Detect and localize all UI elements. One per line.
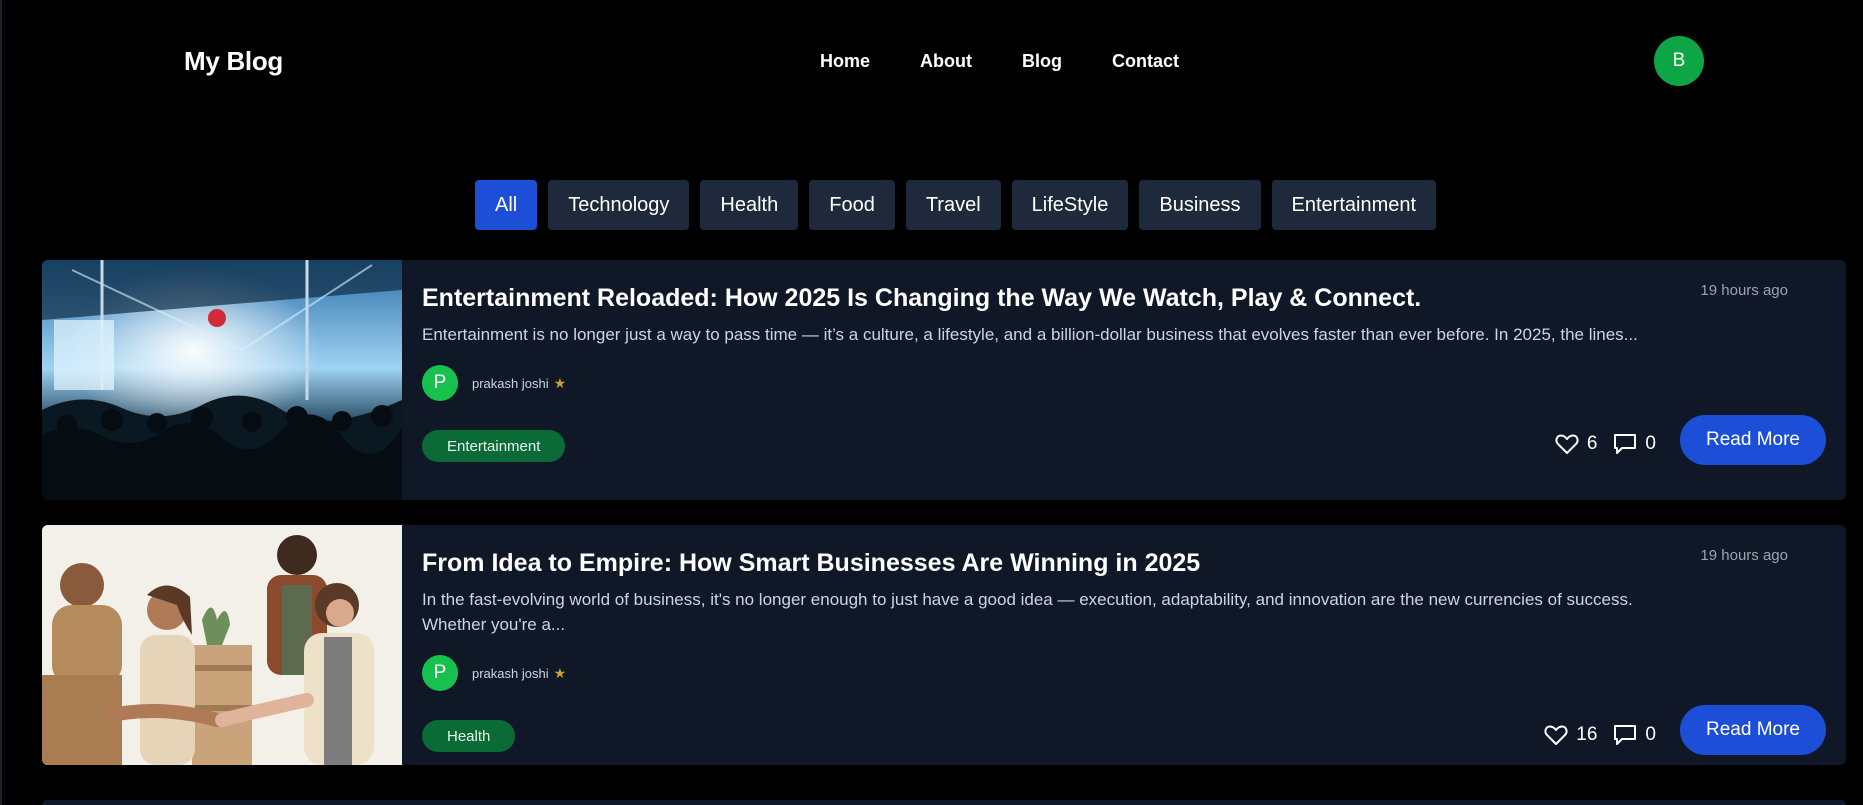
comment-stat[interactable]: 0 [1613,433,1656,455]
read-more-button[interactable]: Read More [1680,415,1826,465]
business-image [42,525,402,765]
star-icon: ★ [553,374,567,391]
read-more-button[interactable]: Read More [1680,705,1826,755]
category-food[interactable]: Food [809,180,895,230]
comment-stat[interactable]: 0 [1613,724,1656,746]
category-filter: All Technology Health Food Travel LifeSt… [475,180,1447,230]
author-avatar: P [422,655,458,691]
category-business[interactable]: Business [1139,180,1261,230]
like-stat[interactable]: 16 [1544,724,1597,746]
site-header: My Blog Home About Blog Contact B [0,0,1863,120]
post-body: From Idea to Empire: How Smart Businesse… [422,525,1846,765]
concert-image [42,260,402,500]
post-tag[interactable]: Health [422,720,516,752]
nav-contact[interactable]: Contact [1112,51,1179,72]
post-title[interactable]: Entertainment Reloaded: How 2025 Is Chan… [422,284,1421,313]
author-name: prakash joshi [472,375,549,391]
like-count: 6 [1586,433,1598,454]
nav-about[interactable]: About [920,51,972,72]
main-nav: Home About Blog Contact [820,51,1179,72]
author-avatar: P [422,365,458,401]
heart-icon [1544,725,1568,745]
category-travel[interactable]: Travel [905,180,1001,230]
comment-count: 0 [1645,433,1656,454]
post-author: P prakash joshi ★ [422,365,566,401]
user-avatar[interactable]: B [1654,36,1704,86]
category-all[interactable]: All [475,180,538,230]
nav-blog[interactable]: Blog [1022,51,1062,72]
post-author: P prakash joshi ★ [422,655,566,691]
heart-icon [1555,434,1579,454]
comment-count: 0 [1645,724,1656,745]
category-entertainment[interactable]: Entertainment [1271,180,1437,230]
comment-icon [1614,434,1637,454]
nav-home[interactable]: Home [820,51,870,72]
post-image-concert[interactable] [42,260,402,500]
post-stats: 16 0 [1544,724,1656,746]
post-image-business[interactable] [42,525,402,765]
post-time: 19 hours ago [1700,547,1788,564]
post-tag[interactable]: Entertainment [422,430,566,462]
post-excerpt: Entertainment is no longer just a way to… [422,325,1638,344]
post-title[interactable]: From Idea to Empire: How Smart Businesse… [422,549,1200,578]
category-lifestyle[interactable]: LifeStyle [1011,180,1129,230]
author-name: prakash joshi [472,665,549,681]
post-body: Entertainment Reloaded: How 2025 Is Chan… [422,260,1846,500]
site-logo[interactable]: My Blog [184,46,283,77]
post-card: From Idea to Empire: How Smart Businesse… [42,525,1846,765]
like-stat[interactable]: 6 [1555,433,1598,455]
like-count: 16 [1576,724,1598,745]
post-stats: 6 0 [1555,433,1656,455]
comment-icon [1614,725,1637,745]
star-icon: ★ [553,664,567,681]
post-card-partial [42,800,1846,805]
post-excerpt: In the fast-evolving world of business, … [422,590,1633,634]
category-health[interactable]: Health [700,180,799,230]
post-card: Entertainment Reloaded: How 2025 Is Chan… [42,260,1846,500]
category-technology[interactable]: Technology [548,180,690,230]
post-time: 19 hours ago [1700,282,1788,299]
